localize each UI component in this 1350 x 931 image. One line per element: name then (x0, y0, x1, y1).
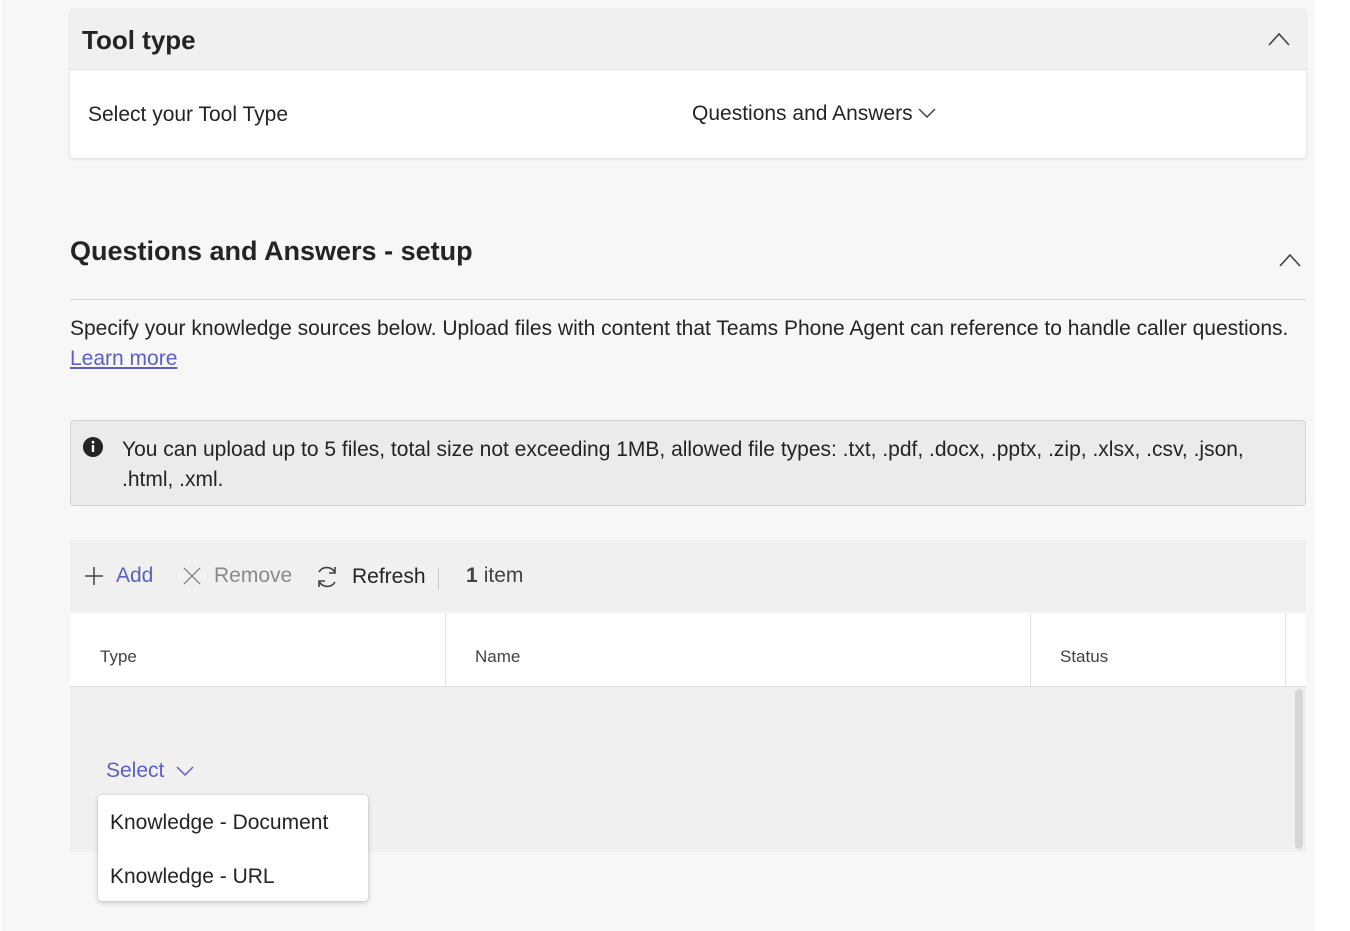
remove-button[interactable]: Remove (182, 564, 292, 588)
chevron-down-icon (176, 765, 194, 776)
column-divider (445, 614, 446, 686)
qa-setup-title: Questions and Answers - setup (70, 236, 473, 266)
tool-type-label: Select your Tool Type (88, 103, 289, 126)
item-count-number: 1 (466, 564, 478, 587)
column-divider (1285, 614, 1286, 686)
upload-info-text: You can upload up to 5 files, total size… (122, 438, 1244, 491)
chevron-up-icon[interactable] (1268, 32, 1290, 46)
column-header-type[interactable]: Type (100, 647, 137, 667)
tool-type-selected-value: Questions and Answers (692, 102, 913, 125)
refresh-button[interactable]: Refresh (314, 564, 426, 590)
refresh-icon (318, 566, 336, 588)
dropdown-option-knowledge-document[interactable]: Knowledge - Document (110, 811, 328, 835)
type-select-dropdown[interactable]: Select (106, 759, 194, 783)
toolbar-separator (438, 568, 439, 590)
column-divider (1030, 614, 1031, 686)
dropdown-option-knowledge-url[interactable]: Knowledge - URL (110, 865, 275, 889)
item-count: 1 item (466, 564, 523, 588)
upload-info-banner: You can upload up to 5 files, total size… (70, 420, 1306, 506)
column-header-status[interactable]: Status (1060, 647, 1108, 667)
table-scrollbar[interactable] (1295, 689, 1303, 849)
item-count-suffix: item (483, 564, 524, 587)
right-rail (1314, 0, 1350, 931)
type-dropdown-menu: Knowledge - Document Knowledge - URL (98, 795, 368, 901)
chevron-up-icon[interactable] (1279, 253, 1301, 267)
tool-type-title: Tool type (82, 25, 196, 55)
table-header: Type Name Status (70, 614, 1306, 687)
section-divider (70, 299, 1306, 300)
refresh-label: Refresh (352, 565, 426, 588)
qa-setup-description: Specify your knowledge sources below. Up… (70, 314, 1310, 374)
column-header-name[interactable]: Name (475, 647, 520, 667)
remove-label: Remove (214, 564, 293, 587)
add-label: Add (116, 564, 154, 587)
tool-type-header[interactable]: Tool type (70, 9, 1306, 70)
type-select-label: Select (106, 759, 165, 782)
description-text: Specify your knowledge sources below. Up… (70, 317, 1289, 340)
info-icon (83, 437, 103, 457)
tool-type-card: Tool type Select your Tool Type Question… (70, 9, 1306, 158)
knowledge-toolbar: Add Remove Refresh 1 item (70, 540, 1306, 612)
add-button[interactable]: Add (84, 564, 153, 588)
plus-icon (85, 567, 103, 585)
tool-type-dropdown[interactable]: Questions and Answers (692, 102, 936, 126)
close-icon (183, 567, 201, 585)
chevron-down-icon (918, 108, 936, 119)
learn-more-link[interactable]: Learn more (70, 347, 177, 370)
page-background: Tool type Select your Tool Type Question… (2, 0, 1314, 931)
